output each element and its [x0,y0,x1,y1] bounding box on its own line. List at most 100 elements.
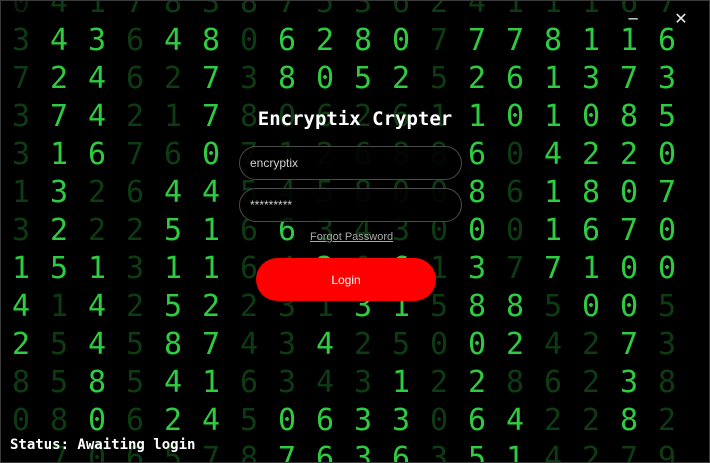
matrix-glyph: 4 [87,327,107,362]
matrix-glyph: 6 [505,61,525,96]
matrix-glyph: 3 [353,441,373,463]
matrix-glyph: 0 [239,23,259,58]
matrix-glyph: 2 [87,213,107,248]
matrix-glyph: 7 [201,441,221,463]
matrix-glyph: 8 [505,289,525,324]
matrix-column: 1811411754624 [534,0,572,463]
username-input[interactable] [239,146,462,180]
matrix-glyph: 7 [201,327,221,362]
matrix-glyph: 8 [87,365,107,400]
matrix-glyph: 5 [353,61,373,96]
matrix-column: 7680146433307 [268,0,306,463]
matrix-glyph: 8 [201,23,221,58]
matrix-glyph: 7 [125,0,145,20]
forgot-password-link[interactable]: Forgot Password [310,231,393,243]
matrix-glyph: 8 [467,289,487,324]
matrix-glyph: 8 [467,175,487,210]
matrix-glyph: 0 [87,403,107,438]
matrix-glyph: 7 [429,23,449,58]
matrix-glyph: 4 [163,365,183,400]
matrix-glyph: 1 [391,365,411,400]
matrix-glyph: 0 [657,213,677,248]
matrix-glyph: 6 [391,441,411,463]
matrix-glyph: 5 [429,61,449,96]
matrix-glyph: 0 [581,289,601,324]
matrix-glyph: 3 [277,327,297,362]
matrix-glyph: 1 [543,213,563,248]
matrix-glyph: 6 [543,365,563,400]
matrix-glyph: 2 [163,61,183,96]
matrix-glyph: 0 [619,289,639,324]
matrix-glyph: 8 [619,403,639,438]
matrix-glyph: 3 [125,251,145,286]
matrix-glyph: 2 [315,23,335,58]
matrix-glyph: 2 [49,61,69,96]
matrix-glyph: 6 [239,365,259,400]
matrix-glyph: 2 [467,365,487,400]
matrix-glyph: 7 [619,327,639,362]
matrix-glyph: 5 [49,251,69,286]
matrix-glyph: 0 [505,137,525,172]
matrix-glyph: 2 [49,213,69,248]
matrix-column: 1760060782841 [496,0,534,463]
matrix-glyph: 0 [429,327,449,362]
matrix-glyph: 2 [581,403,601,438]
matrix-glyph: 3 [619,365,639,400]
matrix-glyph: 8 [657,365,677,400]
matrix-glyph: 5 [391,327,411,362]
matrix-glyph: 2 [163,403,183,438]
close-icon: ✕ [674,9,688,28]
matrix-glyph: 6 [163,137,183,172]
matrix-glyph: 4 [315,365,335,400]
matrix-glyph: 2 [353,327,373,362]
matrix-glyph: 2 [505,327,525,362]
matrix-glyph: 5 [125,365,145,400]
matrix-glyph: 0 [619,175,639,210]
matrix-glyph: 2 [581,365,601,400]
matrix-glyph: 2 [125,213,145,248]
matrix-glyph: 2 [619,137,639,172]
matrix-glyph: 1 [581,0,601,20]
matrix-column: 4427132515587 [40,0,78,463]
matrix-column: 6178207007387 [610,0,648,463]
matrix-glyph: 6 [87,137,107,172]
matrix-glyph: 8 [11,365,31,400]
matrix-glyph: 5 [239,403,259,438]
matrix-glyph: 0 [657,251,677,286]
minimize-button[interactable]: ─ [620,8,646,30]
matrix-glyph: 2 [581,441,601,463]
matrix-column: 7635070053829 [648,0,686,463]
matrix-glyph: 2 [581,327,601,362]
matrix-glyph: 4 [49,0,69,20]
matrix-glyph: 4 [467,0,487,20]
minimize-icon: ─ [628,10,638,28]
matrix-glyph: 2 [125,289,145,324]
matrix-column: 037331314280 [2,0,40,440]
matrix-glyph: 4 [543,327,563,362]
matrix-glyph: 4 [201,403,221,438]
matrix-glyph: 0 [467,213,487,248]
matrix-glyph: 6 [125,403,145,438]
matrix-glyph: 7 [467,23,487,58]
close-button[interactable]: ✕ [668,8,694,30]
matrix-glyph: 3 [11,23,31,58]
password-input[interactable] [239,188,462,222]
matrix-glyph: 3 [353,403,373,438]
matrix-glyph: 2 [429,365,449,400]
login-button[interactable]: Login [256,258,436,301]
matrix-glyph: 4 [11,289,31,324]
matrix-glyph: 4 [49,23,69,58]
matrix-glyph: 8 [581,175,601,210]
matrix-column: 1130286102222 [572,0,610,463]
matrix-glyph: 7 [277,0,297,20]
matrix-glyph: 3 [657,61,677,96]
matrix-glyph: 7 [277,441,297,463]
matrix-glyph: 3 [657,327,677,362]
matrix-glyph: 1 [201,365,221,400]
matrix-glyph: 3 [239,61,259,96]
matrix-glyph: 2 [543,403,563,438]
matrix-glyph: 4 [201,175,221,210]
matrix-glyph: 1 [581,251,601,286]
matrix-glyph: 1 [49,137,69,172]
matrix-glyph: 1 [581,23,601,58]
